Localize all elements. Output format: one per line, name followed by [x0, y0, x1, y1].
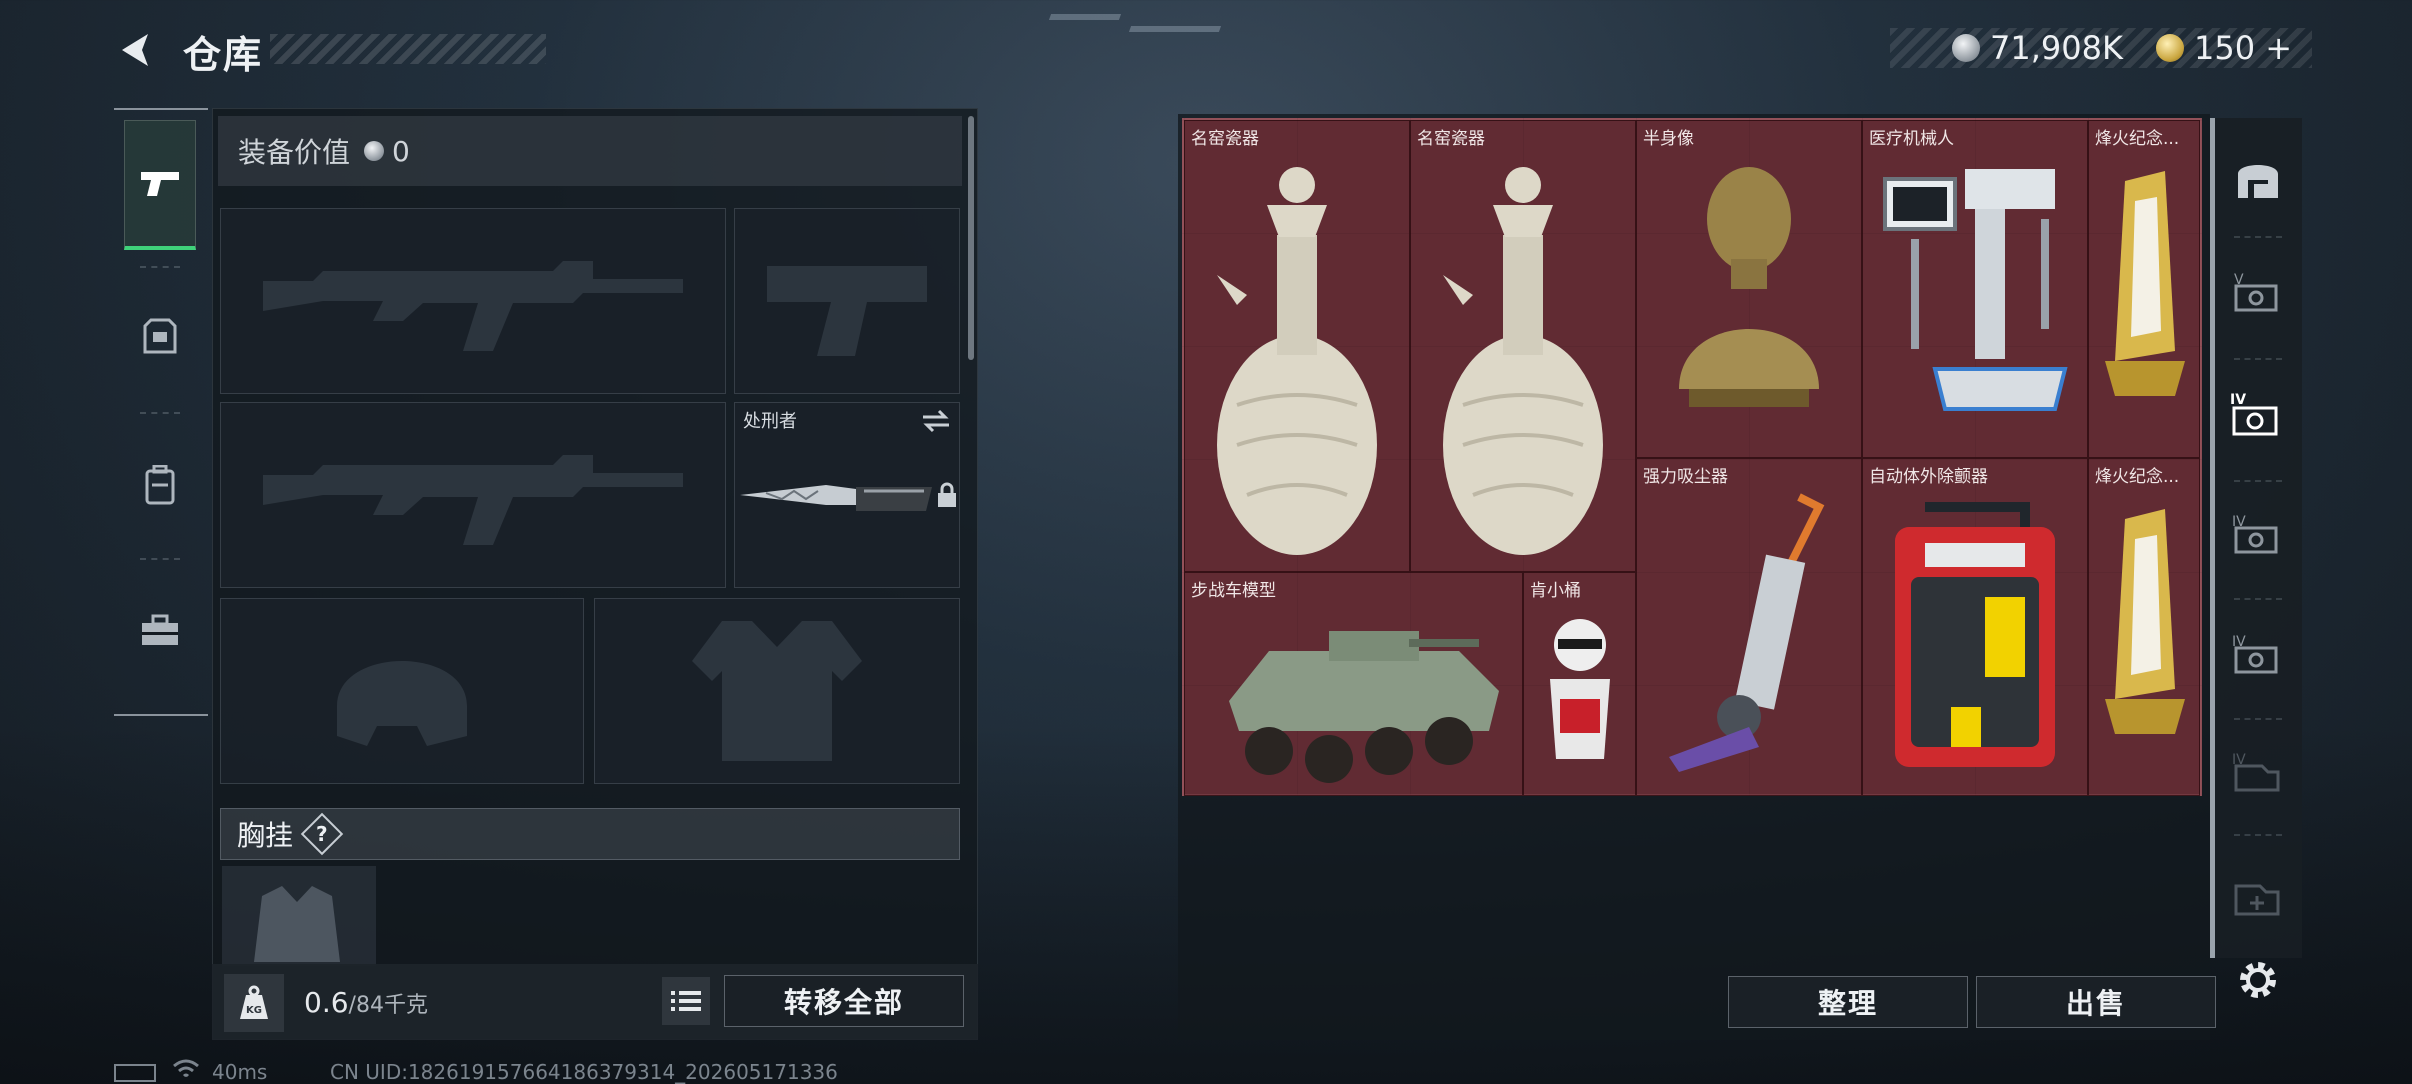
- weight-kg-icon: KG: [224, 974, 284, 1032]
- nav-toolbox[interactable]: [124, 566, 196, 696]
- helmet-silhouette-icon: [337, 661, 467, 746]
- ifv-model-icon: [1229, 631, 1499, 783]
- helmet-slot[interactable]: [220, 598, 584, 784]
- medical-robot-icon: [1883, 169, 2068, 411]
- settings-button[interactable]: [2224, 946, 2292, 1014]
- ceiling-light: [1048, 14, 1122, 20]
- stash-item-memorial-1[interactable]: 烽火纪念...: [2088, 120, 2200, 458]
- add-stash-tab[interactable]: [2224, 862, 2292, 930]
- primary-weapon-slot[interactable]: [220, 208, 726, 394]
- stash-item-kfc-bucket[interactable]: 肯小桶: [1523, 572, 1636, 796]
- stash-tab-5-icon: V: [2234, 272, 2278, 312]
- nav-armor[interactable]: [124, 272, 196, 402]
- pistol-icon: [141, 171, 179, 196]
- backpack-icon: [145, 465, 175, 505]
- player-uid: CN UID:182619157664186379314_20260517133…: [330, 1060, 838, 1084]
- bronze-bust-icon: [1679, 167, 1819, 407]
- chest-rig-label: 胸挂: [237, 819, 294, 852]
- toolbox-icon: [142, 614, 178, 645]
- stash-item-porcelain-1[interactable]: 名窑瓷器: [1184, 120, 1410, 572]
- porcelain-vase-icon: [1217, 167, 1377, 555]
- currency-main[interactable]: 71,908K: [1952, 28, 2123, 68]
- hafu-coin-icon: [1952, 34, 1980, 62]
- battery-icon: [114, 1064, 156, 1082]
- wifi-icon: [172, 1058, 200, 1084]
- melee-slot[interactable]: 处刑者: [734, 402, 960, 588]
- pistol-silhouette-icon: [767, 266, 927, 356]
- weight-readout: 0.6/84千克: [304, 986, 428, 1019]
- transfer-all-button[interactable]: 转移全部: [724, 975, 964, 1027]
- hafu-coin-icon: [364, 141, 385, 161]
- stash-tab-4-icon: IV: [2230, 392, 2278, 436]
- page-title: 仓库: [183, 33, 264, 77]
- stash-item-vacuum[interactable]: 强力吸尘器: [1636, 458, 1862, 796]
- memorial-trophy-icon: [2105, 509, 2185, 734]
- stash-tab-3-icon: IV: [2232, 514, 2278, 554]
- stash-tabs-scrollbar[interactable]: [2210, 118, 2215, 958]
- nav-weapons[interactable]: [124, 120, 196, 250]
- pistol-slot[interactable]: [734, 208, 960, 394]
- chest-rig-slot[interactable]: [222, 866, 376, 966]
- add-stash-icon: [2234, 884, 2280, 916]
- stash-tab-2-icon: IV: [2232, 634, 2278, 674]
- stash-item-ifv-model[interactable]: 步战车模型: [1184, 572, 1523, 796]
- weight-capacity: /84千克: [348, 993, 428, 1018]
- stash-tab-home[interactable]: [2224, 144, 2292, 212]
- currency-premium[interactable]: 150 +: [2156, 28, 2292, 68]
- sell-button[interactable]: 出售: [1976, 976, 2216, 1028]
- nav-backpack[interactable]: [124, 420, 196, 550]
- stash-item-porcelain-2[interactable]: 名窑瓷器: [1410, 120, 1636, 572]
- equipment-scrollbar[interactable]: [968, 116, 974, 360]
- currency-main-value: 71,908K: [1990, 29, 2123, 67]
- stash-item-memorial-2[interactable]: 烽火纪念...: [2088, 458, 2200, 796]
- equipment-value-amount: 0: [392, 134, 410, 168]
- executioner-knife-icon: [740, 485, 932, 511]
- secondary-weapon-slot[interactable]: [220, 402, 726, 588]
- memorial-trophy-icon: [2105, 171, 2185, 396]
- armor-icon: [143, 318, 177, 354]
- stash-tab-2[interactable]: IV: [2224, 620, 2292, 688]
- stash-tab-5[interactable]: V: [2224, 258, 2292, 326]
- aed-defibrillator-icon: [1895, 502, 2055, 767]
- currency-premium-value: 150 +: [2194, 29, 2293, 67]
- weight-current: 0.6: [304, 986, 349, 1019]
- svg-text:KG: KG: [246, 1005, 262, 1016]
- swap-icon[interactable]: [921, 409, 951, 433]
- stash-tab-3[interactable]: IV: [2224, 500, 2292, 568]
- chest-rig-silhouette-icon: [254, 886, 340, 962]
- premium-coin-icon: [2156, 34, 2184, 62]
- ceiling-light: [1128, 26, 1222, 32]
- stash-tab-4[interactable]: IV: [2224, 380, 2292, 448]
- list-view-button[interactable]: [662, 977, 710, 1025]
- melee-label: 处刑者: [743, 411, 797, 432]
- vest-silhouette-icon: [692, 621, 862, 761]
- list-icon: [671, 991, 701, 1011]
- stash-tab-1-icon: IV: [2232, 752, 2280, 792]
- tidy-button[interactable]: 整理: [1728, 976, 1968, 1028]
- vacuum-cleaner-icon: [1669, 493, 1825, 772]
- help-icon[interactable]: ?: [300, 812, 344, 856]
- lock-icon: [938, 482, 956, 507]
- kfc-figure-icon: [1550, 619, 1610, 759]
- rifle-silhouette-icon: [263, 261, 683, 351]
- chest-rig-header: 胸挂 ?: [220, 808, 960, 860]
- armor-slot[interactable]: [594, 598, 960, 784]
- equipment-value-label: 装备价值: [238, 136, 351, 169]
- rifle-silhouette-icon: [263, 455, 683, 545]
- back-button[interactable]: [110, 24, 162, 76]
- stash-tab-1[interactable]: IV: [2224, 738, 2292, 806]
- stash-item-aed[interactable]: 自动体外除颤器: [1862, 458, 2088, 796]
- svg-text:IV: IV: [2230, 392, 2246, 408]
- stash-item-bust[interactable]: 半身像: [1636, 120, 1862, 458]
- settings-icon: [2240, 962, 2276, 998]
- porcelain-vase-icon: [1443, 167, 1603, 555]
- stash-home-icon: [2238, 165, 2278, 198]
- ping-readout: 40ms: [212, 1060, 268, 1084]
- equipment-value: 装备价值 0: [218, 116, 962, 186]
- back-arrow-icon: [122, 34, 148, 66]
- title-decoration: [270, 34, 546, 64]
- stash-item-medical-robot[interactable]: 医疗机械人: [1862, 120, 2088, 458]
